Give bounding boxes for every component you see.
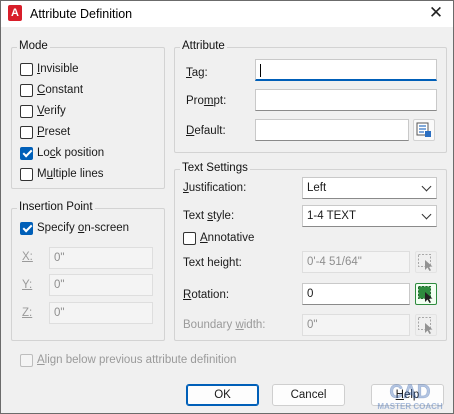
autocad-app-icon: A <box>8 5 22 21</box>
verify-checkbox-box[interactable] <box>20 104 33 118</box>
boundary-width-field[interactable]: 0" <box>302 314 410 336</box>
invisible-checkbox-box[interactable] <box>20 62 33 76</box>
insert-field-button[interactable] <box>413 119 435 141</box>
pick-text-height-button[interactable] <box>415 251 437 273</box>
verify-label: Verify <box>37 105 66 117</box>
align-below-checkbox[interactable]: Align below previous attribute definitio… <box>20 352 236 368</box>
attribute-definition-dialog: A Attribute Definition ✕ Mode Invisible … <box>0 0 454 414</box>
default-label: Default: <box>186 125 226 137</box>
attribute-group-title: Attribute <box>180 40 227 52</box>
verify-checkbox[interactable]: Verify <box>20 103 66 119</box>
insertion-point-group-title: Insertion Point <box>17 201 95 213</box>
default-field[interactable] <box>255 119 409 141</box>
multiple-lines-checkbox-box[interactable] <box>20 167 33 181</box>
pick-boundary-width-button[interactable] <box>415 314 437 336</box>
text-height-field[interactable]: 0'-4 51/64" <box>302 251 410 273</box>
mode-group-title: Mode <box>17 40 50 52</box>
prompt-label: Prompt: <box>186 95 227 107</box>
specify-on-screen-label: Specify on-screen <box>37 222 130 234</box>
x-field[interactable]: 0" <box>49 247 153 269</box>
preset-checkbox[interactable]: Preset <box>20 124 70 140</box>
annotative-checkbox[interactable]: Annotative <box>183 230 254 246</box>
constant-checkbox[interactable]: Constant <box>20 82 83 98</box>
z-field[interactable]: 0" <box>49 302 153 324</box>
specify-on-screen-checkbox[interactable]: Specify on-screen <box>20 220 129 236</box>
multiple-lines-checkbox[interactable]: Multiple lines <box>20 166 104 182</box>
tag-field[interactable] <box>255 59 437 81</box>
preset-checkbox-box[interactable] <box>20 125 33 139</box>
text-style-select[interactable]: 1-4 TEXT <box>302 205 437 227</box>
invisible-checkbox[interactable]: Invisible <box>20 61 79 77</box>
y-label: Y: <box>22 279 33 291</box>
justification-label: Justification: <box>183 182 247 194</box>
cancel-button[interactable]: Cancel <box>272 384 345 406</box>
constant-label: Constant <box>37 84 84 96</box>
pick-point-icon <box>418 254 433 271</box>
annotative-label: Annotative <box>200 232 255 244</box>
specify-on-screen-checkbox-box[interactable] <box>20 221 33 235</box>
text-height-label: Text height: <box>183 257 242 269</box>
rotation-field[interactable]: 0 <box>302 283 410 305</box>
x-label: X: <box>22 251 33 263</box>
invisible-label: Invisible <box>37 63 79 75</box>
dialog-title: Attribute Definition <box>30 7 133 21</box>
prompt-field[interactable] <box>255 89 437 111</box>
chevron-down-icon <box>421 181 432 192</box>
text-caret <box>260 64 261 77</box>
help-button[interactable]: Help <box>371 384 444 406</box>
ok-button[interactable]: OK <box>186 384 259 406</box>
align-below-label: Align below previous attribute definitio… <box>37 354 237 366</box>
pick-point-icon <box>418 317 433 334</box>
close-icon[interactable]: ✕ <box>425 3 447 23</box>
tag-label: Tag: <box>186 67 208 79</box>
pick-point-icon <box>418 286 433 303</box>
multiple-lines-label: Multiple lines <box>37 168 104 180</box>
annotative-checkbox-box[interactable] <box>183 231 196 245</box>
text-style-label: Text style: <box>183 210 235 222</box>
chevron-down-icon <box>421 209 432 220</box>
title-bar: A Attribute Definition ✕ <box>1 1 453 27</box>
justification-select[interactable]: Left <box>302 177 437 199</box>
lock-position-label: Lock position <box>37 147 105 159</box>
boundary-width-label: Boundary width: <box>183 319 266 331</box>
insert-field-icon <box>416 122 431 137</box>
text-settings-group-title: Text Settings <box>180 162 250 174</box>
lock-position-checkbox[interactable]: Lock position <box>20 145 104 161</box>
rotation-label: Rotation: <box>183 289 230 301</box>
pick-rotation-button[interactable] <box>415 283 437 305</box>
lock-position-checkbox-box[interactable] <box>20 146 33 160</box>
constant-checkbox-box[interactable] <box>20 83 33 97</box>
z-label: Z: <box>22 307 33 319</box>
align-below-checkbox-box[interactable] <box>20 353 33 367</box>
preset-label: Preset <box>37 126 71 138</box>
y-field[interactable]: 0" <box>49 274 153 296</box>
